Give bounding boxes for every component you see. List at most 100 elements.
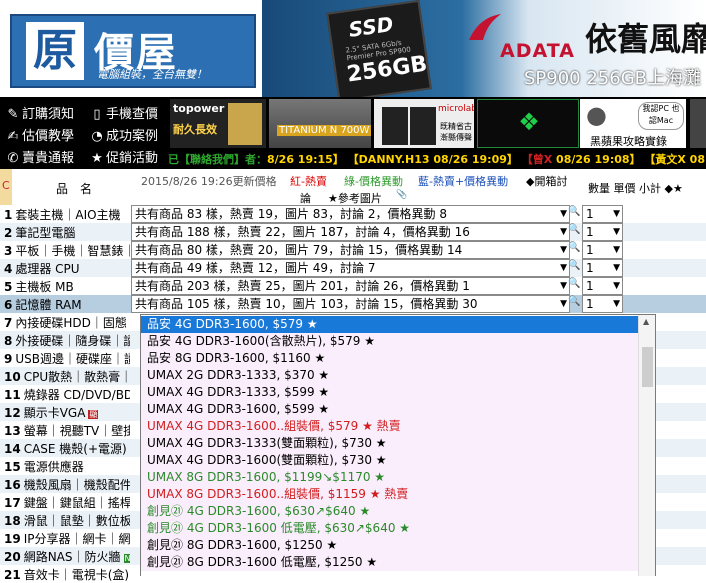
promo-razer[interactable]: ❖: [477, 99, 579, 148]
scrollbar-thumb[interactable]: [642, 347, 653, 387]
dropdown-arrow-icon[interactable]: ▼: [613, 296, 620, 312]
category-label[interactable]: 2 筆記型電腦: [4, 224, 130, 241]
category-summary: 共有商品 105 樣，熱賣 10，圖片 103，討論 15，價格異動 30: [135, 297, 478, 311]
dropdown-arrow-icon[interactable]: ▼: [613, 278, 620, 294]
dropdown-option[interactable]: 創見㉑ 8G DDR3-1600 低電壓, $1250 ★: [141, 554, 644, 571]
dropdown-scrollbar[interactable]: ▲: [638, 315, 655, 576]
category-label[interactable]: 4 處理器 CPU: [4, 260, 130, 277]
category-label[interactable]: 9 USB週邊｜硬碟座｜讀: [4, 350, 130, 367]
nav-quote-tutorial[interactable]: ✍ 估價教學: [6, 125, 74, 144]
category-row[interactable]: 3 平板｜手機｜智慧錶｜ 共有商品 80 樣，熱賣 20，圖片 79，討論 15，價…: [0, 241, 706, 259]
category-summary: 共有商品 83 樣，熱賣 19，圖片 83，討論 2，價格異動 8: [135, 207, 447, 221]
psu-image: [228, 103, 262, 145]
quantity-select[interactable]: 1 ▼: [582, 223, 623, 241]
dropdown-option[interactable]: UMAX 4G DDR3-1333, $599 ★: [141, 384, 644, 401]
dropdown-arrow-icon[interactable]: ▼: [560, 296, 567, 312]
category-label[interactable]: 19IP分享器｜網卡｜網通: [4, 530, 130, 547]
category-label[interactable]: 16 機殼風扇｜機殼配件: [4, 476, 130, 493]
category-number: 18: [4, 514, 21, 528]
dropdown-option[interactable]: 創見㉑ 4G DDR3-1600, $630↗$640 ★: [141, 503, 644, 520]
nav-price-report[interactable]: ✆ 賣貴通報: [6, 147, 74, 166]
category-label[interactable]: 1 套裝主機｜AIO主機: [4, 206, 130, 223]
legend-hot: 紅-熱賣: [290, 175, 327, 188]
search-icon[interactable]: 🔍: [568, 278, 580, 292]
dropdown-arrow-icon[interactable]: ▼: [613, 206, 620, 222]
search-icon[interactable]: 🔍: [568, 296, 580, 310]
dropdown-option[interactable]: 創見㉑ 4G DDR3-1600 低電壓, $630↗$640 ★: [141, 520, 644, 537]
dropdown-arrow-icon[interactable]: ▼: [613, 224, 620, 240]
promo-topower[interactable]: topower 耐久長效: [170, 99, 266, 148]
promo-microlab[interactable]: microlab 既精省古 漸縣傳聲: [374, 99, 474, 148]
category-select[interactable]: 共有商品 203 樣，熱賣 25，圖片 201，討論 26，價格異動 1 ▼: [131, 277, 570, 295]
dropdown-option[interactable]: UMAX 8G DDR3-1600..組裝價, $1159 ★ 熱賣: [141, 486, 644, 503]
promo-titanium[interactable]: TITANIUM N 700W: [269, 99, 371, 148]
quantity-select[interactable]: 1 ▼: [582, 205, 623, 223]
category-label[interactable]: 14 CASE 機殼(+電源): [4, 440, 130, 457]
category-name: IP分享器｜網卡｜網通: [23, 532, 130, 546]
search-icon[interactable]: 🔍: [568, 260, 580, 274]
quantity-value: 1: [586, 225, 594, 239]
dropdown-option[interactable]: UMAX 4G DDR3-1600(雙面顆粒), $730 ★: [141, 452, 644, 469]
dropdown-arrow-icon[interactable]: ▼: [560, 206, 567, 222]
dropdown-option[interactable]: UMAX 8G DDR3-1600, $1199↘$1170 ★: [141, 469, 644, 486]
category-row[interactable]: 4 處理器 CPU 共有商品 49 樣，熱賣 12，圖片 49，討論 7 ▼ 🔍 1 ▼: [0, 259, 706, 277]
category-row[interactable]: 2 筆記型電腦 共有商品 188 樣，熱賣 22，圖片 187，討論 4，價格異動 …: [0, 223, 706, 241]
ad-banner[interactable]: SSD 2.5" SATA 6Gb/s Premier Pro SP900 25…: [262, 0, 706, 97]
category-select[interactable]: 共有商品 49 樣，熱賣 12，圖片 49，討論 7 ▼: [131, 259, 570, 277]
dropdown-option[interactable]: UMAX 4G DDR3-1600, $599 ★: [141, 401, 644, 418]
dropdown-option[interactable]: UMAX 4G DDR3-1333(雙面顆粒), $730 ★: [141, 435, 644, 452]
scroll-up-icon[interactable]: ▲: [643, 317, 649, 326]
category-label[interactable]: 17 鍵盤｜鍵鼠組｜搖桿: [4, 494, 130, 511]
category-select[interactable]: 共有商品 188 樣，熱賣 22，圖片 187，討論 4，價格異動 16 ▼: [131, 223, 570, 241]
quantity-select[interactable]: 1 ▼: [582, 241, 623, 259]
search-icon[interactable]: 🔍: [568, 224, 580, 238]
category-label[interactable]: 11 燒錄器 CD/DVD/BD: [4, 386, 130, 403]
dropdown-option[interactable]: 品安 4G DDR3-1600, $579 ★: [141, 316, 644, 333]
category-label[interactable]: 7 內接硬碟HDD｜固態: [4, 314, 130, 331]
dropdown-arrow-icon[interactable]: ▼: [613, 260, 620, 276]
category-row[interactable]: 5 主機板 MB 共有商品 203 樣，熱賣 25，圖片 201，討論 26，價格異…: [0, 277, 706, 295]
dropdown-arrow-icon[interactable]: ▼: [613, 242, 620, 258]
search-icon[interactable]: 🔍: [568, 242, 580, 256]
category-label[interactable]: 10CPU散熱｜散熱膏｜散: [4, 368, 130, 385]
dropdown-arrow-icon[interactable]: ▼: [560, 260, 567, 276]
category-select[interactable]: 共有商品 83 樣，熱賣 19，圖片 83，討論 2，價格異動 8 ▼: [131, 205, 570, 223]
category-label[interactable]: 3 平板｜手機｜智慧錶｜: [4, 242, 130, 259]
dropdown-option[interactable]: UMAX 2G DDR3-1333, $370 ★: [141, 367, 644, 384]
quantity-select[interactable]: 1 ▼: [582, 259, 623, 277]
category-row[interactable]: 6 記憶體 RAM 共有商品 105 樣，熱賣 10，圖片 103，討論 15，價格…: [0, 295, 706, 313]
quantity-select[interactable]: 1 ▼: [582, 277, 623, 295]
search-icon[interactable]: 🔍: [568, 206, 580, 220]
dropdown-arrow-icon[interactable]: ▼: [560, 242, 567, 258]
category-label[interactable]: 6 記憶體 RAM: [4, 296, 130, 313]
category-number: 7: [4, 316, 13, 330]
category-label[interactable]: 5 主機板 MB: [4, 278, 130, 295]
nav-order-notice[interactable]: ✎ 訂購須知: [6, 103, 74, 122]
nav-success-cases[interactable]: ◔ 成功案例: [90, 125, 158, 144]
legend-unboxing: ◆開箱討: [526, 175, 568, 188]
category-label[interactable]: 13螢幕｜視聽TV｜壁掛架: [4, 422, 130, 439]
dropdown-option[interactable]: 創見㉑ 8G DDR3-1600, $1250 ★: [141, 537, 644, 554]
site-logo[interactable]: 原 價屋 電腦組裝，全台無雙！: [0, 0, 262, 97]
quick-nav: ✎ 訂購須知 ▯ 手機查價 ✍ 估價教學 ◔ 成功案例 ✆ 賣貴通報 ★ 促銷活動: [0, 97, 168, 169]
quantity-select[interactable]: 1 ▼: [582, 295, 623, 313]
category-label[interactable]: 8 外接硬碟｜隨身碟｜讀: [4, 332, 130, 349]
category-select[interactable]: 共有商品 105 樣，熱賣 10，圖片 103，討論 15，價格異動 30 ▼: [131, 295, 570, 313]
category-label[interactable]: 15 電源供應器: [4, 458, 130, 475]
nav-promotions[interactable]: ★ 促銷活動: [90, 147, 158, 166]
category-row[interactable]: 1 套裝主機｜AIO主機 共有商品 83 樣，熱賣 19，圖片 83，討論 2，價格…: [0, 205, 706, 223]
nav-mobile-price[interactable]: ▯ 手機查價: [90, 103, 158, 122]
dropdown-option[interactable]: UMAX 4G DDR3-1600..組裝價, $579 ★ 熱賣: [141, 418, 644, 435]
category-label[interactable]: 18 滑鼠｜鼠墊｜數位板: [4, 512, 130, 529]
dropdown-arrow-icon[interactable]: ▼: [560, 278, 567, 294]
promo-partial[interactable]: [690, 99, 706, 148]
promo-hackintosh[interactable]: ● 我認PC 也認Mac 黑蘋果攻略實錄: [580, 99, 686, 148]
dropdown-option[interactable]: 品安 4G DDR3-1600(含散熱片), $579 ★: [141, 333, 644, 350]
category-label[interactable]: 20網路NAS｜防火牆NAS: [4, 548, 130, 565]
category-select[interactable]: 共有商品 80 樣，熱賣 20，圖片 79，討論 15，價格異動 14 ▼: [131, 241, 570, 259]
category-label[interactable]: 12 顯示卡VGA 顯: [4, 404, 130, 421]
dropdown-option[interactable]: 品安 8G DDR3-1600, $1160 ★: [141, 350, 644, 367]
ram-product-dropdown[interactable]: 品安 4G DDR3-1600, $579 ★ 品安 4G DDR3-1600(含…: [140, 314, 656, 576]
category-name: 主機板 MB: [15, 280, 74, 294]
dropdown-arrow-icon[interactable]: ▼: [560, 224, 567, 240]
